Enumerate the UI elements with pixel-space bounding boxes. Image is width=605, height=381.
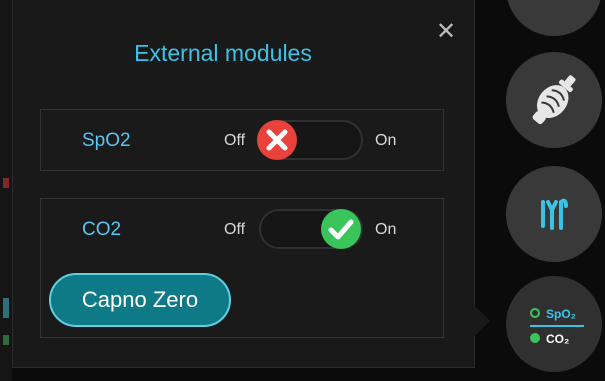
co2-on-label: On	[375, 221, 397, 238]
external-modules-popup: External modules ✕ SpO2 Off On CO2 Off O…	[12, 0, 475, 368]
checkmark-icon[interactable]	[321, 209, 361, 249]
co2-status-label: CO₂	[546, 332, 570, 346]
x-icon[interactable]	[257, 120, 297, 160]
co2-module-row: CO2 Off On Capno Zero	[40, 198, 444, 338]
spo2-module-row: SpO2 Off On	[40, 109, 444, 171]
background-waveform-marker	[3, 335, 9, 345]
capno-zero-button[interactable]: Capno Zero	[49, 273, 231, 327]
spo2-toggle[interactable]	[257, 120, 363, 160]
spo2-status-label: SpO₂	[546, 307, 576, 321]
co2-status-dot-icon	[530, 333, 540, 343]
popup-title: External modules	[134, 40, 312, 66]
spo2-status-dot-icon	[530, 308, 540, 318]
co2-toggle[interactable]	[259, 209, 363, 249]
background-waveform-marker	[3, 298, 9, 318]
co2-off-label: Off	[224, 221, 246, 238]
module-name-co2: CO2	[82, 219, 122, 240]
close-icon[interactable]: ✕	[434, 20, 458, 44]
background-panel	[0, 0, 12, 381]
spo2-on-label: On	[375, 132, 397, 149]
background-waveform-marker	[3, 178, 9, 188]
module-name-spo2: SpO2	[82, 130, 131, 151]
ventilation-bag-icon	[532, 75, 576, 125]
side-button-ventilation[interactable]	[506, 52, 602, 148]
side-button-external-modules[interactable]: SpO₂ CO₂	[506, 276, 602, 372]
tools-icon	[541, 198, 568, 230]
side-button-top[interactable]	[506, 0, 602, 36]
popup-pointer	[474, 305, 490, 337]
side-button-tools[interactable]	[506, 166, 602, 262]
spo2-off-label: Off	[224, 132, 246, 149]
modules-divider	[530, 325, 584, 327]
